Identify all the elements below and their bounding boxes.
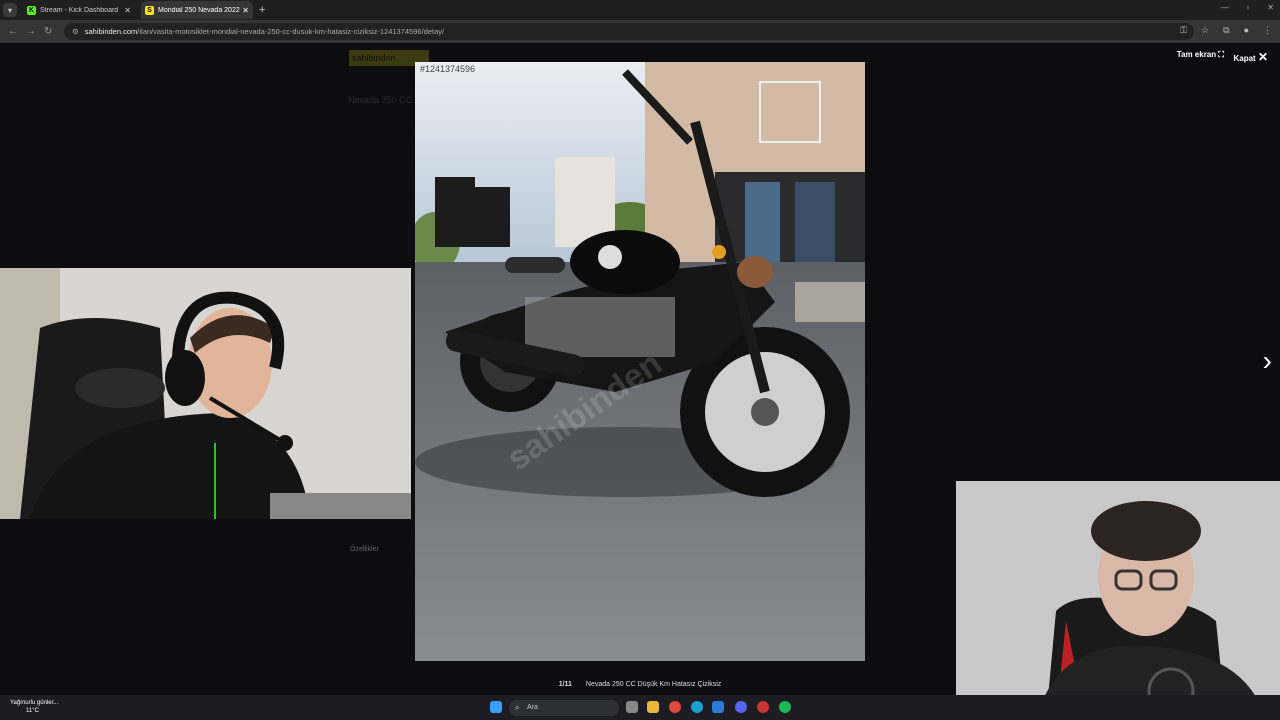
guest-webcam-right [956,481,1280,720]
obs-icon[interactable] [757,701,769,713]
weather-widget[interactable]: Yağmurlu günler... 11°C [10,699,58,715]
kick-favicon-icon: K [27,5,36,15]
reload-icon[interactable]: ↻ [44,26,54,37]
bookmark-star-icon[interactable]: ☆ [1201,25,1209,36]
tab-bar: ▾ K Stream - Kick Dashboard ✕ S Mondial … [0,0,1280,20]
tab-mondial-listing[interactable]: S Mondial 250 Nevada 2022 Mo ✕ [141,1,253,19]
close-button[interactable]: Kapat ✕ [1233,50,1268,64]
tab-kick-dashboard[interactable]: K Stream - Kick Dashboard ✕ [23,1,135,19]
features-title: Özellikler [350,546,379,553]
discord-icon[interactable] [735,701,747,713]
profile-avatar[interactable]: ● [1244,25,1249,36]
close-icon: ✕ [1257,50,1268,64]
windows-start-icon[interactable] [490,701,502,713]
site-info-icon[interactable]: ⚙ [72,27,79,36]
tab-close-icon[interactable]: ✕ [242,6,249,15]
sahibinden-favicon-icon: S [145,5,154,15]
chrome-icon[interactable] [669,701,681,713]
taskbar-search[interactable]: ⌕ Ara [509,700,619,716]
menu-kebab-icon[interactable]: ⋮ [1263,25,1272,36]
listing-photo[interactable]: sahibinden [415,62,865,661]
tab-close-icon[interactable]: ✕ [124,6,131,15]
streamer-webcam-left [0,268,411,519]
close-window-icon[interactable]: ✕ [1267,3,1274,12]
address-bar-row: ← → ↻ ⚙ sahibinden.com /ilan/vasita-moto… [0,20,1280,43]
windows-taskbar [0,695,1280,720]
fullscreen-icon: ⛶ [1218,50,1224,59]
search-placeholder: Ara [527,704,538,711]
weather-text: Yağmurlu günler... [10,700,59,706]
window-controls: — ▫ ✕ [1220,3,1274,12]
password-key-icon[interactable]: ⚿ [1180,25,1187,36]
minimize-icon[interactable]: — [1220,3,1228,12]
spotify-icon[interactable] [779,701,791,713]
fullscreen-button[interactable]: Tam ekran ⛶ [1177,50,1224,60]
next-photo-arrow-icon[interactable]: › [1263,345,1272,377]
url-path: /ilan/vasita-motosiklet-mondial-nevada-2… [137,27,445,36]
file-explorer-icon[interactable] [647,701,659,713]
search-icon: ⌕ [515,703,520,712]
close-label: Kapat [1233,54,1256,63]
webcam-illustration [0,268,411,519]
tab-title: Stream - Kick Dashboard [40,6,119,14]
back-icon[interactable]: ← [8,26,18,37]
photo-caption: Nevada 250 CC Düşük Km Hatasız Çiziksiz [585,681,722,688]
maximize-icon[interactable]: ▫ [1246,3,1249,12]
fullscreen-label: Tam ekran [1176,50,1217,59]
tab-search-icon[interactable]: ▾ [3,3,17,17]
extensions-icon[interactable]: ⧉ [1223,25,1229,36]
listing-id-label: #1241374596 [420,64,476,74]
mail-icon[interactable] [712,701,724,713]
webcam-illustration [956,481,1280,720]
weather-temperature: 11°C [26,708,39,714]
task-view-icon[interactable] [626,701,638,713]
new-tab-button[interactable]: + [259,4,265,16]
url-field[interactable]: ⚙ sahibinden.com /ilan/vasita-motosiklet… [64,23,1194,40]
edge-icon[interactable] [691,701,703,713]
forward-icon[interactable]: → [26,26,36,37]
tab-title: Mondial 250 Nevada 2022 Mo [158,6,240,14]
photo-counter: 1/11 [558,681,572,688]
url-domain: sahibinden.com [84,27,138,36]
